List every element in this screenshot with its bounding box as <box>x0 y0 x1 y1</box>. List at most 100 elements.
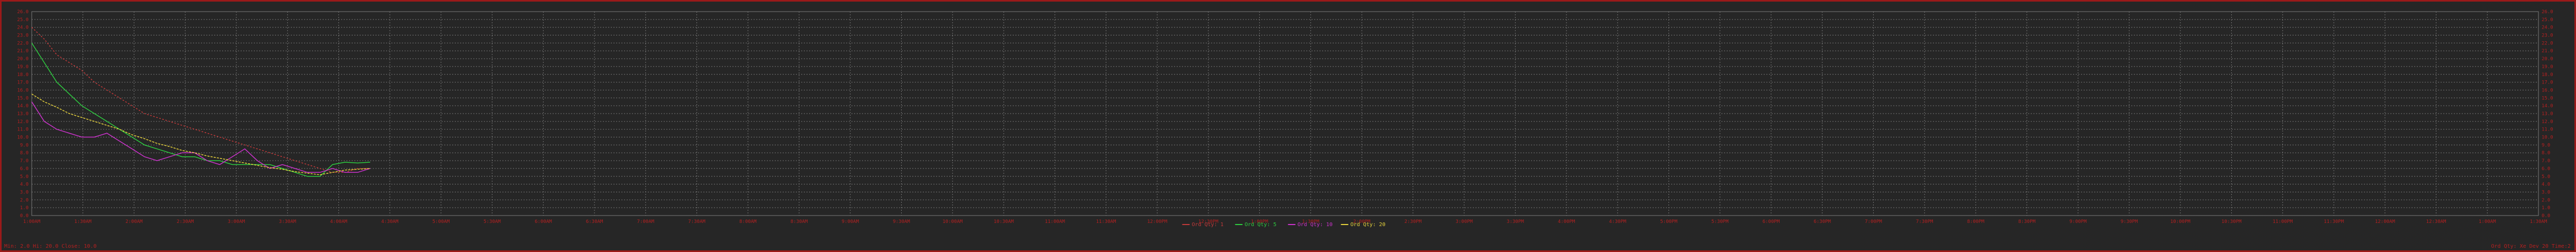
y-tick-label-left: 6.0 <box>20 166 29 172</box>
x-tick-label: 8:30AM <box>791 219 808 225</box>
y-tick-label-left: 13.0 <box>17 111 29 117</box>
y-tick-label-right: 24.0 <box>2542 25 2553 31</box>
y-tick-label-left: 26.0 <box>17 10 29 15</box>
y-tick-label-left: 20.0 <box>17 57 29 62</box>
series-lines <box>31 27 371 177</box>
y-tick-label-left: 1.0 <box>20 206 29 211</box>
y-tick-label-right: 23.0 <box>2542 33 2553 39</box>
y-tick-label-left: 10.0 <box>17 135 29 141</box>
x-tick-label: 5:30PM <box>1711 219 1729 225</box>
y-tick-label-left: 5.0 <box>20 174 29 180</box>
y-tick-label-right: 8.0 <box>2542 151 2550 156</box>
x-tick-label: 2:00AM <box>125 219 143 225</box>
x-tick-label: 6:00AM <box>535 219 552 225</box>
y-tick-label-right: 2.0 <box>2542 198 2550 203</box>
footer-stats-right: Ord Qty: Xe Dev 20 Time:2 <box>2491 244 2571 249</box>
x-tick-label: 5:30AM <box>483 219 501 225</box>
series-line-3 <box>31 101 371 173</box>
y-tick-label-right: 13.0 <box>2542 111 2553 117</box>
y-tick-label-right: 22.0 <box>2542 41 2553 46</box>
y-tick-label-left: 21.0 <box>17 49 29 54</box>
x-tick-label: 9:00AM <box>841 219 859 225</box>
x-tick-label: 9:00PM <box>2069 219 2087 225</box>
y-tick-label-right: 21.0 <box>2542 49 2553 54</box>
x-tick-label: 8:00PM <box>1967 219 1985 225</box>
x-tick-label: 11:30PM <box>2324 219 2344 225</box>
y-tick-label-left: 12.0 <box>17 119 29 125</box>
y-tick-label-right: 4.0 <box>2542 182 2550 188</box>
y-tick-label-left: 18.0 <box>17 72 29 78</box>
y-tick-label-left: 2.0 <box>20 198 29 203</box>
y-tick-label-right: 5.0 <box>2542 174 2550 180</box>
x-tick-label: 9:30AM <box>893 219 910 225</box>
y-tick-label-right: 14.0 <box>2542 104 2553 109</box>
legend-label: Ord Qty: 20 <box>1351 222 1386 228</box>
x-tick-label: 1:30AM <box>74 219 91 225</box>
x-tick-label: 11:30AM <box>1096 219 1116 225</box>
x-tick-label: 2:30PM <box>1405 219 1422 225</box>
y-tick-label-left: 15.0 <box>17 96 29 101</box>
x-tick-label: 4:30PM <box>1609 219 1627 225</box>
legend-label: Ord Qty: 1 <box>1192 222 1224 228</box>
y-tick-label-left: 9.0 <box>20 143 29 148</box>
y-tick-label-right: 7.0 <box>2542 158 2550 164</box>
y-tick-label-left: 25.0 <box>17 17 29 23</box>
x-tick-label: 1:00AM <box>2479 219 2496 225</box>
y-tick-label-left: 14.0 <box>17 104 29 109</box>
x-tick-label: 12:00AM <box>2375 219 2396 225</box>
y-tick-label-left: 24.0 <box>17 25 29 31</box>
x-tick-label: 4:00PM <box>1558 219 1575 225</box>
y-tick-label-left: 4.0 <box>20 182 29 188</box>
y-tick-label-right: 18.0 <box>2542 72 2553 78</box>
x-tick-label: 2:30AM <box>177 219 194 225</box>
footer-stats-left: Min: 2.0 Hi: 20.0 Close: 10.0 <box>4 244 97 249</box>
x-tick-label: 11:00PM <box>2272 219 2293 225</box>
y-tick-label-right: 12.0 <box>2542 119 2553 125</box>
x-tick-label: 3:30PM <box>1507 219 1524 225</box>
y-tick-label-right: 6.0 <box>2542 166 2550 172</box>
y-tick-label-right: 26.0 <box>2542 10 2553 15</box>
y-tick-label-left: 11.0 <box>17 127 29 133</box>
x-tick-label: 12:00PM <box>1147 219 1168 225</box>
legend-label: Ord Qty: 10 <box>1298 222 1333 228</box>
y-tick-label-left: 0.0 <box>20 213 29 219</box>
x-tick-label: 8:00AM <box>739 219 757 225</box>
x-tick-label: 5:00AM <box>433 219 450 225</box>
y-tick-label-right: 15.0 <box>2542 96 2553 101</box>
y-tick-label-right: 0.0 <box>2542 213 2550 219</box>
y-tick-label-left: 8.0 <box>20 151 29 156</box>
x-tick-label: 12:30AM <box>2426 219 2447 225</box>
y-tick-label-left: 7.0 <box>20 158 29 164</box>
y-tick-label-right: 25.0 <box>2542 17 2553 23</box>
x-tick-label: 10:30AM <box>994 219 1014 225</box>
y-tick-label-left: 22.0 <box>17 41 29 46</box>
grid <box>31 11 2539 216</box>
x-tick-label: 6:00PM <box>1763 219 1780 225</box>
x-tick-label: 3:30AM <box>279 219 296 225</box>
series-line-1 <box>31 27 370 173</box>
y-tick-label-right: 9.0 <box>2542 143 2550 148</box>
x-tick-label: 7:30AM <box>688 219 705 225</box>
y-tick-label-left: 23.0 <box>17 33 29 39</box>
y-tick-label-right: 16.0 <box>2542 88 2553 93</box>
y-tick-label-right: 10.0 <box>2542 135 2553 141</box>
legend-label: Ord Qty: 5 <box>1245 222 1277 228</box>
legend: Ord Qty: 1 Ord Qty: 5 Ord Qty: 10 Ord Qty: … <box>1182 222 1386 228</box>
x-tick-label: 11:00AM <box>1045 219 1066 225</box>
y-tick-label-left: 16.0 <box>17 88 29 93</box>
x-tick-label: 7:00PM <box>1865 219 1882 225</box>
y-tick-label-right: 17.0 <box>2542 80 2553 86</box>
y-tick-label-right: 19.0 <box>2542 64 2553 70</box>
x-tick-label: 5:00PM <box>1660 219 1677 225</box>
y-tick-label-left: 19.0 <box>17 64 29 70</box>
x-tick-label: 3:00AM <box>228 219 245 225</box>
x-tick-label: 1:30AM <box>2530 219 2547 225</box>
x-tick-label: 7:30PM <box>1916 219 1933 225</box>
x-tick-label: 10:30PM <box>2222 219 2242 225</box>
x-tick-label: 4:30AM <box>381 219 399 225</box>
x-tick-label: 8:30PM <box>2018 219 2036 225</box>
y-tick-label-right: 3.0 <box>2542 190 2550 195</box>
y-tick-label-right: 20.0 <box>2542 57 2553 62</box>
x-tick-label: 6:30PM <box>1813 219 1831 225</box>
y-tick-label-left: 17.0 <box>17 80 29 86</box>
